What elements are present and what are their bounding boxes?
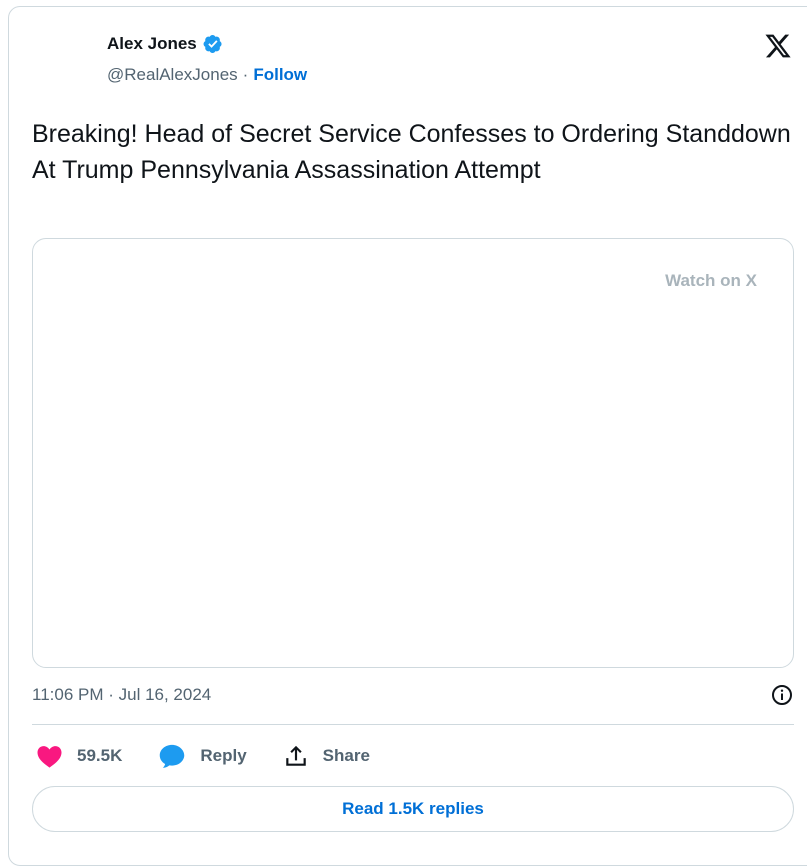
verified-badge-icon (203, 35, 222, 53)
tweet-actions-bar: 59.5K Reply Share (36, 740, 406, 772)
share-button[interactable]: Share (283, 743, 370, 769)
like-button[interactable]: 59.5K (36, 744, 122, 768)
author-name[interactable]: Alex Jones (107, 34, 197, 54)
author-name-row: Alex Jones (107, 32, 307, 56)
reply-button[interactable]: Reply (158, 743, 247, 769)
follow-button[interactable]: Follow (253, 65, 307, 85)
reply-label: Reply (200, 746, 247, 765)
watch-on-x-label[interactable]: Watch on X (665, 271, 757, 291)
share-arrow-icon (285, 745, 306, 766)
author-handle-row: @RealAlexJones · Follow (107, 63, 307, 87)
separator-dot: · (242, 65, 249, 84)
speech-bubble-icon (160, 744, 185, 768)
tweet-timestamp[interactable]: 11:06 PM · Jul 16, 2024 (32, 685, 211, 705)
info-icon[interactable] (770, 683, 794, 707)
x-logo-icon[interactable] (763, 32, 793, 60)
divider (32, 724, 794, 725)
timestamp-row: 11:06 PM · Jul 16, 2024 (32, 680, 794, 710)
share-label: Share (322, 746, 370, 765)
read-replies-button[interactable]: Read 1.5K replies (32, 786, 794, 832)
heart-icon (37, 746, 62, 768)
video-media-card[interactable]: Watch on X (32, 238, 794, 668)
author-handle[interactable]: @RealAlexJones (107, 65, 238, 85)
likes-count: 59.5K (77, 746, 123, 765)
tweet-header: Alex Jones @RealAlexJones · Follow (107, 32, 307, 87)
tweet-text: Breaking! Head of Secret Service Confess… (32, 120, 791, 184)
